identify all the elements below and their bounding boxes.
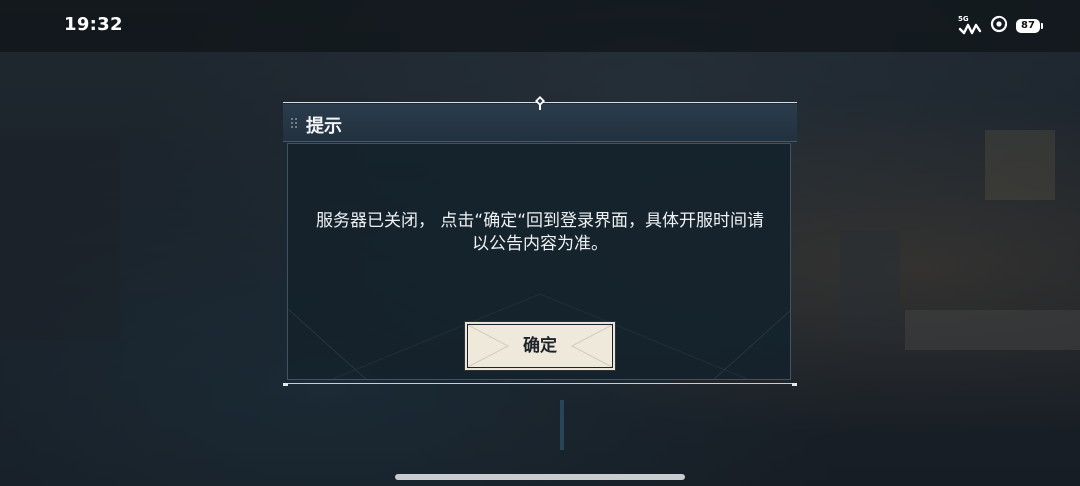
background-structure bbox=[0, 140, 120, 340]
confirm-button[interactable]: 确定 bbox=[467, 324, 613, 368]
status-bar: 19:32 5G 87 bbox=[0, 0, 1080, 52]
network-type-label: 5G bbox=[958, 15, 969, 23]
confirm-button-label: 确定 bbox=[523, 336, 557, 356]
status-icons: 5G 87 bbox=[958, 14, 1043, 38]
drag-grip-icon bbox=[290, 116, 300, 130]
top-ornament-icon bbox=[532, 95, 548, 111]
game-screen: 19:32 5G 87 提示 服务器已关闭， 点击“确定“回到登录界面，具体开服… bbox=[0, 0, 1080, 486]
dialog-message: 服务器已关闭， 点击“确定“回到登录界面，具体开服时间请 以公告内容为准。 bbox=[298, 210, 782, 256]
hotspot-icon bbox=[990, 15, 1008, 37]
dialog-bottom-border bbox=[283, 383, 797, 384]
notice-dialog: 提示 服务器已关闭， 点击“确定“回到登录界面，具体开服时间请 以公告内容为准。 bbox=[283, 96, 797, 386]
status-time: 19:32 bbox=[64, 14, 123, 35]
background-structure bbox=[985, 130, 1055, 200]
home-indicator[interactable] bbox=[395, 474, 685, 480]
signal-5g-icon: 5G bbox=[958, 15, 982, 37]
background-structure bbox=[840, 230, 900, 340]
dialog-message-line: 服务器已关闭， 点击“确定“回到登录界面，具体开服时间请 bbox=[315, 211, 765, 231]
background-structure bbox=[905, 310, 1080, 350]
battery-icon: 87 bbox=[1016, 19, 1043, 33]
corner-mark bbox=[792, 383, 797, 386]
corner-mark bbox=[283, 383, 288, 386]
dialog-title: 提示 bbox=[306, 116, 342, 137]
dialog-message-line: 以公告内容为准。 bbox=[472, 234, 608, 254]
background-light bbox=[560, 400, 564, 450]
